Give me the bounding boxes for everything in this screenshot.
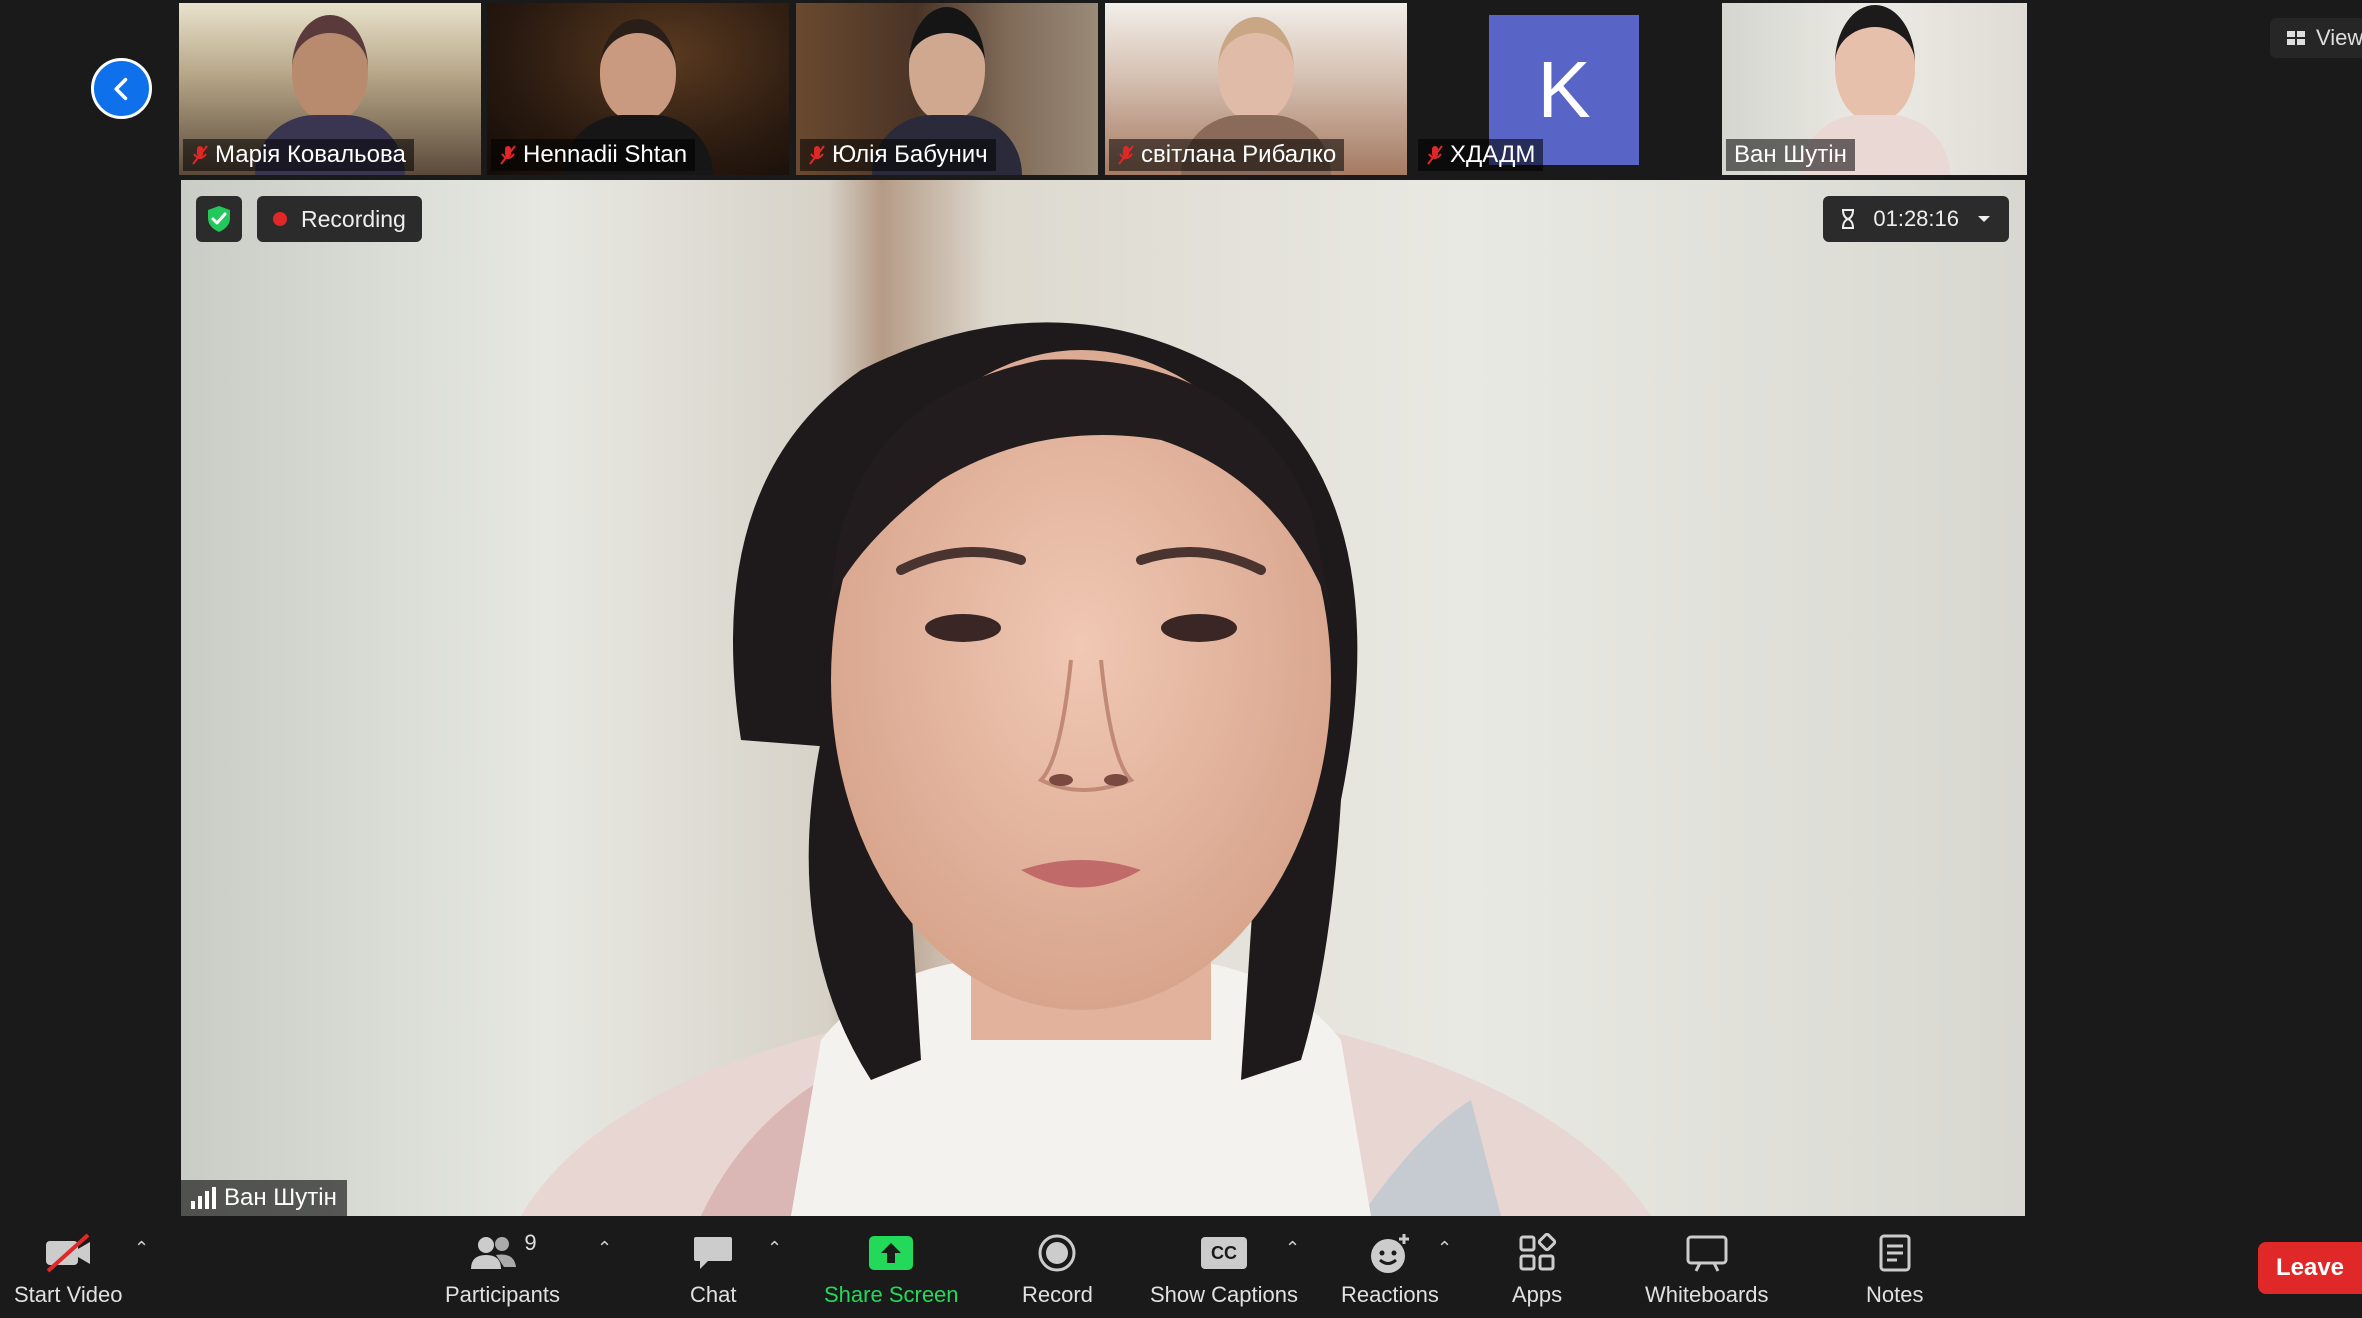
show-captions-button[interactable]: CC Show Captions — [1150, 1228, 1298, 1308]
mic-muted-icon — [1427, 145, 1443, 165]
participant-name: ХДАДМ — [1450, 141, 1536, 168]
record-label: Record — [1022, 1282, 1093, 1307]
share-screen-icon — [869, 1236, 914, 1270]
chat-label: Chat — [690, 1282, 737, 1307]
recording-label: Recording — [301, 205, 406, 232]
notes-button[interactable]: Notes — [1866, 1228, 1923, 1308]
start-video-button[interactable]: Start Video — [14, 1228, 122, 1308]
speaker-video-feed — [521, 322, 1651, 1216]
mic-muted-icon — [809, 145, 825, 165]
apps-label: Apps — [1512, 1282, 1563, 1307]
participant-name: Ван Шутін — [1734, 141, 1847, 168]
participant-name-tag: ХДАДМ — [1418, 139, 1544, 171]
recording-indicator[interactable]: Recording — [257, 196, 422, 242]
participant-name: Марія Ковальова — [215, 141, 406, 168]
timer-value: 01:28:16 — [1873, 206, 1959, 231]
reactions-button[interactable]: Reactions — [1341, 1228, 1439, 1308]
mic-muted-icon — [1118, 145, 1134, 165]
participant-name: світлана Рибалко — [1141, 141, 1337, 168]
participant-name: Юлія Бабунич — [832, 141, 988, 168]
participant-strip: Марія Ковальова Hennadii Shtan Юлія Бабу… — [0, 0, 2362, 178]
whiteboards-label: Whiteboards — [1645, 1282, 1769, 1307]
notes-label: Notes — [1866, 1282, 1924, 1307]
video-off-icon — [46, 1233, 91, 1273]
shield-check-icon — [208, 206, 230, 232]
security-badge[interactable] — [196, 196, 242, 242]
chat-bubble-icon — [694, 1237, 733, 1269]
participant-tile-active[interactable]: Ван Шутін — [1722, 3, 2027, 175]
record-button[interactable]: Record — [1022, 1228, 1093, 1308]
share-screen-button[interactable]: Share Screen — [824, 1228, 959, 1308]
signal-bars-icon — [191, 1187, 216, 1209]
chat-button[interactable]: Chat — [690, 1228, 736, 1308]
participants-options-caret[interactable]: ⌃ — [597, 1238, 612, 1259]
mic-muted-icon — [192, 145, 208, 165]
hourglass-icon — [1842, 209, 1855, 229]
whiteboards-button[interactable]: Whiteboards — [1645, 1228, 1769, 1308]
participant-name-tag: світлана Рибалко — [1109, 139, 1345, 171]
participant-tile[interactable]: Марія Ковальова — [179, 3, 481, 175]
participant-tile[interactable]: світлана Рибалко — [1105, 3, 1407, 175]
reactions-label: Reactions — [1341, 1282, 1439, 1307]
captions-icon-text: CC — [1210, 1242, 1237, 1263]
video-options-caret[interactable]: ⌃ — [134, 1238, 149, 1259]
captions-icon: CC — [1200, 1237, 1247, 1269]
participant-tile[interactable]: Hennadii Shtan — [487, 3, 789, 175]
apps-icon — [1519, 1233, 1557, 1271]
mic-muted-icon — [500, 145, 516, 165]
show-captions-label: Show Captions — [1150, 1282, 1298, 1307]
start-video-label: Start Video — [14, 1282, 123, 1307]
record-dot-icon — [273, 212, 287, 226]
participants-count: 9 — [524, 1230, 537, 1255]
main-speaker-video[interactable]: Recording 01:28:16 Ван Шутін — [181, 180, 2025, 1216]
speaker-name-tag: Ван Шутін — [181, 1180, 347, 1216]
share-screen-label: Share Screen — [824, 1282, 959, 1307]
apps-button[interactable]: Apps — [1512, 1228, 1562, 1308]
record-icon — [1038, 1234, 1076, 1272]
chevron-down-icon — [1978, 216, 1990, 222]
participant-name-tag: Ван Шутін — [1726, 139, 1855, 171]
reactions-options-caret[interactable]: ⌃ — [1437, 1238, 1452, 1259]
chat-options-caret[interactable]: ⌃ — [767, 1238, 782, 1259]
participant-name-tag: Юлія Бабунич — [800, 139, 996, 171]
participant-tile[interactable]: Юлія Бабунич — [796, 3, 1098, 175]
participant-tile[interactable]: K ХДАДМ — [1414, 3, 1716, 175]
reactions-icon — [1370, 1234, 1409, 1273]
meeting-toolbar: Start Video ⌃ 9 Participants ⌃ Chat ⌃ Sh… — [0, 1218, 2362, 1318]
participant-name-tag: Марія Ковальова — [183, 139, 414, 171]
participant-name-tag: Hennadii Shtan — [491, 139, 696, 171]
leave-button[interactable]: Leave — [2258, 1242, 2362, 1294]
captions-options-caret[interactable]: ⌃ — [1285, 1238, 1300, 1259]
meeting-timer[interactable]: 01:28:16 — [1823, 196, 2009, 242]
speaker-name: Ван Шутін — [224, 1184, 337, 1211]
whiteboard-icon — [1686, 1235, 1728, 1272]
participants-button[interactable]: 9 Participants — [445, 1228, 560, 1308]
participants-icon — [471, 1237, 517, 1269]
participant-name: Hennadii Shtan — [523, 141, 688, 168]
participants-label: Participants — [445, 1282, 560, 1307]
notes-icon — [1879, 1234, 1911, 1272]
